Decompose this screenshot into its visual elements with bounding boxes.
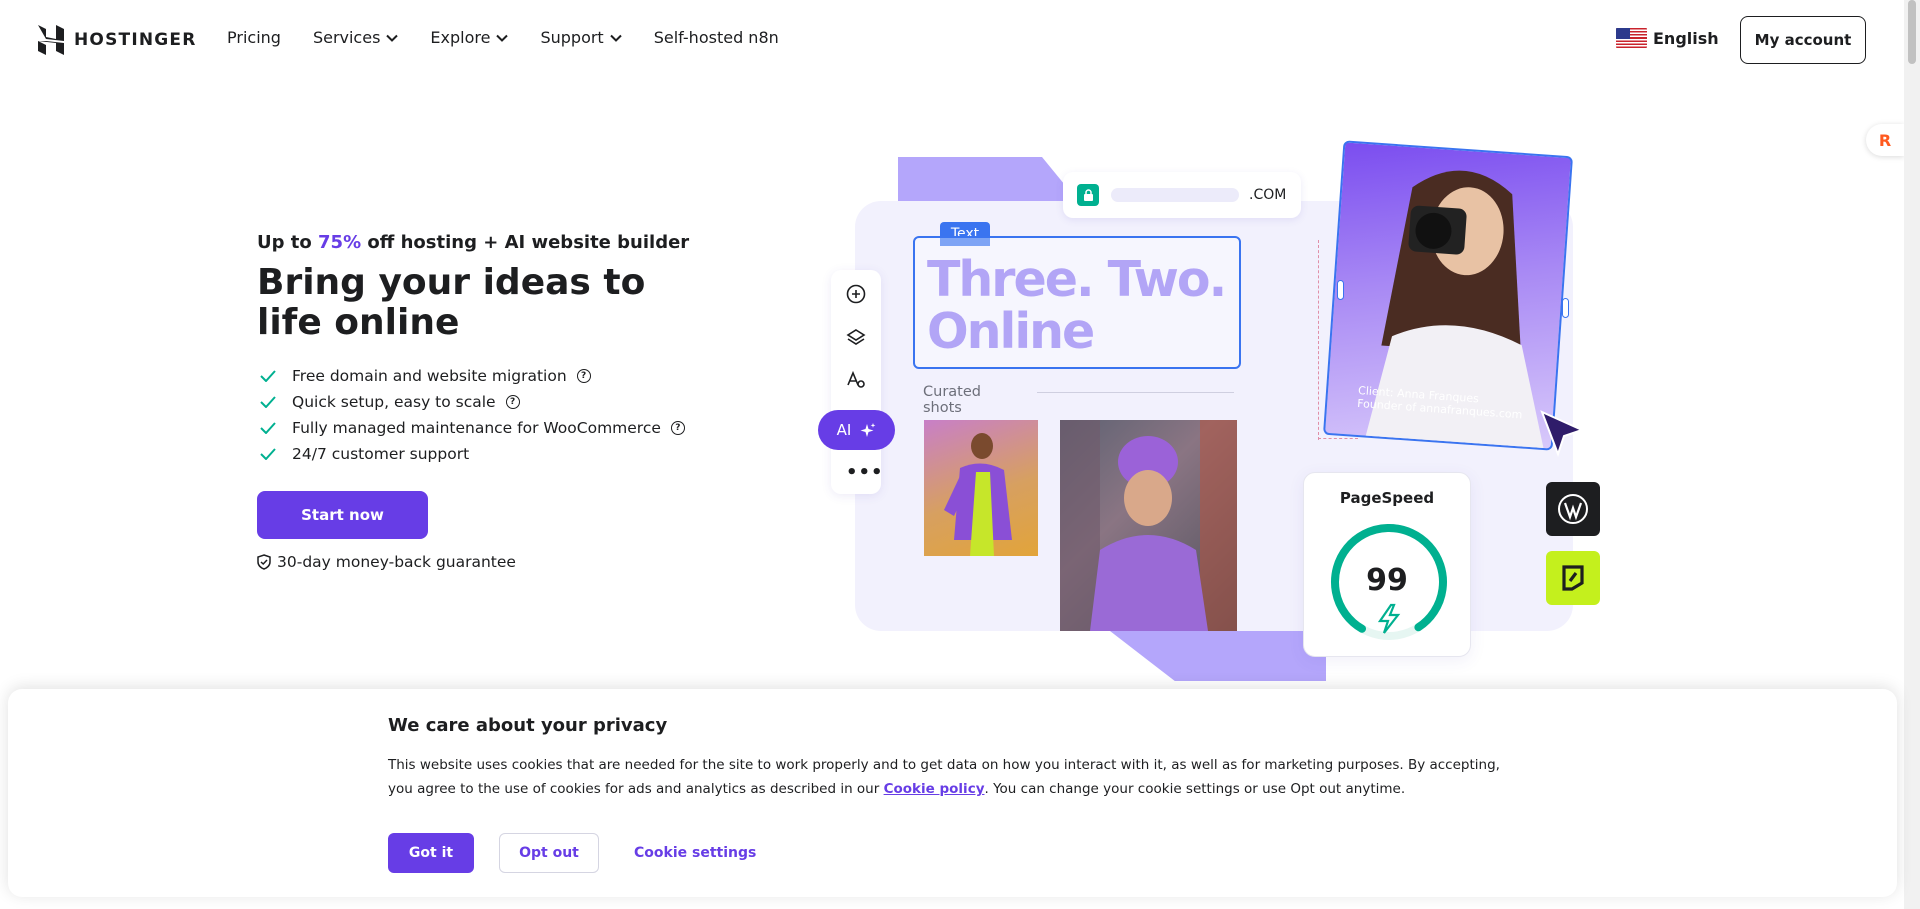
feature-list: Free domain and website migration ? Quic… (257, 363, 777, 467)
nav-support[interactable]: Support (540, 28, 622, 47)
nav-explore[interactable]: Explore (430, 28, 509, 47)
pagespeed-card: PageSpeed 99 (1303, 472, 1471, 657)
hostinger-logo[interactable]: HOSTINGER (38, 25, 197, 55)
domain-tld: .COM (1249, 187, 1287, 203)
eyebrow-discount: 75% (318, 232, 362, 253)
decorative-shape (898, 157, 1078, 201)
chevron-down-icon (496, 34, 509, 42)
hero-content: Up to 75% off hosting + AI website build… (257, 232, 777, 571)
guide-line (1318, 240, 1319, 440)
opt-out-button[interactable]: Opt out (499, 833, 599, 873)
feature-item: 24/7 customer support (257, 441, 777, 467)
lock-icon (1077, 184, 1099, 206)
cookie-text-after: . You can change your cookie settings or… (984, 781, 1406, 797)
wordpress-icon (1558, 494, 1588, 524)
guarantee-text: 30-day money-back guarantee (277, 553, 516, 571)
fashion-photo (924, 420, 1038, 556)
cookie-title: We care about your privacy (388, 715, 668, 736)
ai-label: AI (836, 421, 852, 439)
font-style-icon (847, 370, 865, 388)
cookie-text: This website uses cookies that are neede… (388, 753, 1528, 801)
divider (1037, 392, 1234, 393)
language-selector[interactable]: English (1616, 28, 1719, 48)
brand-logo-icon (1562, 565, 1584, 591)
ai-button: AI (818, 410, 895, 450)
feature-item: Free domain and website migration ? (257, 363, 777, 389)
main-nav: Pricing Services Explore Support Self-ho… (227, 28, 811, 47)
layers-icon (846, 329, 866, 345)
check-icon (260, 422, 276, 434)
editor-toolbar (831, 270, 881, 494)
nav-pricing[interactable]: Pricing (227, 28, 281, 47)
language-label: English (1653, 28, 1719, 48)
resize-handle (1337, 280, 1344, 300)
resize-handle (1562, 298, 1569, 318)
more-icon: ••• (846, 462, 884, 483)
money-back-guarantee: 30-day money-back guarantee (257, 553, 777, 571)
eyebrow-suffix: off hosting + AI website builder (361, 232, 690, 253)
brand-badge (1546, 551, 1600, 605)
check-icon (260, 448, 276, 460)
pagespeed-score: 99 (1366, 563, 1408, 598)
bolt-icon (1377, 603, 1401, 634)
start-now-button[interactable]: Start now (257, 491, 428, 539)
nav-n8n-label: Self-hosted n8n (653, 28, 779, 47)
client-photo: Client: Anna Franques Founder of annafra… (1322, 140, 1574, 451)
decorative-shape (1110, 631, 1326, 681)
feature-text: 24/7 customer support (292, 445, 470, 463)
chevron-down-icon (386, 34, 399, 42)
domain-bar: .COM (1063, 172, 1301, 218)
wordpress-badge (1546, 482, 1600, 536)
floating-widget[interactable]: R (1866, 124, 1904, 156)
logo-text: HOSTINGER (74, 30, 197, 50)
nav-explore-label: Explore (430, 28, 491, 47)
cursor-icon (1540, 410, 1585, 457)
page-scrollbar[interactable] (1904, 0, 1920, 909)
help-icon[interactable]: ? (576, 369, 591, 383)
check-icon (260, 370, 276, 382)
hostinger-logo-icon (38, 25, 64, 55)
street-photo (1060, 420, 1237, 631)
pagespeed-title: PageSpeed (1339, 489, 1435, 507)
check-icon (260, 396, 276, 408)
text-element: Three. Two. Online (913, 236, 1241, 369)
cookie-settings-button[interactable]: Cookie settings (634, 833, 784, 873)
hero-eyebrow: Up to 75% off hosting + AI website build… (257, 232, 777, 253)
add-circle-icon (846, 284, 866, 304)
my-account-button[interactable]: My account (1740, 16, 1866, 64)
nav-support-label: Support (540, 28, 604, 47)
headline-line-1: Three. Two. (927, 251, 1227, 308)
nav-services[interactable]: Services (312, 28, 399, 47)
hero-title: Bring your ideas to life online (257, 262, 646, 343)
cookie-policy-link[interactable]: Cookie policy (884, 781, 985, 797)
url-placeholder (1111, 188, 1239, 202)
feature-text: Fully managed maintenance for WooCommerc… (292, 419, 661, 437)
shield-check-icon (257, 554, 271, 570)
feature-item: Quick setup, easy to scale ? (257, 389, 777, 415)
help-icon[interactable]: ? (670, 421, 685, 435)
headline-line-2: Online (927, 303, 1095, 360)
chevron-down-icon (609, 34, 622, 42)
nav-self-hosted-n8n[interactable]: Self-hosted n8n (654, 28, 779, 47)
nav-pricing-label: Pricing (227, 28, 281, 47)
feature-text: Free domain and website migration (292, 367, 567, 385)
guide-line (1318, 438, 1358, 439)
accept-cookies-button[interactable]: Got it (388, 833, 474, 873)
sparkle-icon (860, 422, 876, 437)
scrollbar-thumb[interactable] (1908, 0, 1916, 64)
help-icon[interactable]: ? (505, 395, 520, 409)
us-flag-icon (1616, 28, 1647, 48)
curated-shots-label: Curated shots (923, 384, 981, 416)
nav-services-label: Services (312, 28, 381, 47)
eyebrow-prefix: Up to (257, 232, 319, 253)
feature-text: Quick setup, easy to scale (292, 393, 496, 411)
site-header: HOSTINGER Pricing Services Explore Suppo… (0, 0, 1904, 80)
cookie-banner: We care about your privacy This website … (8, 689, 1897, 897)
feature-item: Fully managed maintenance for WooCommerc… (257, 415, 777, 441)
